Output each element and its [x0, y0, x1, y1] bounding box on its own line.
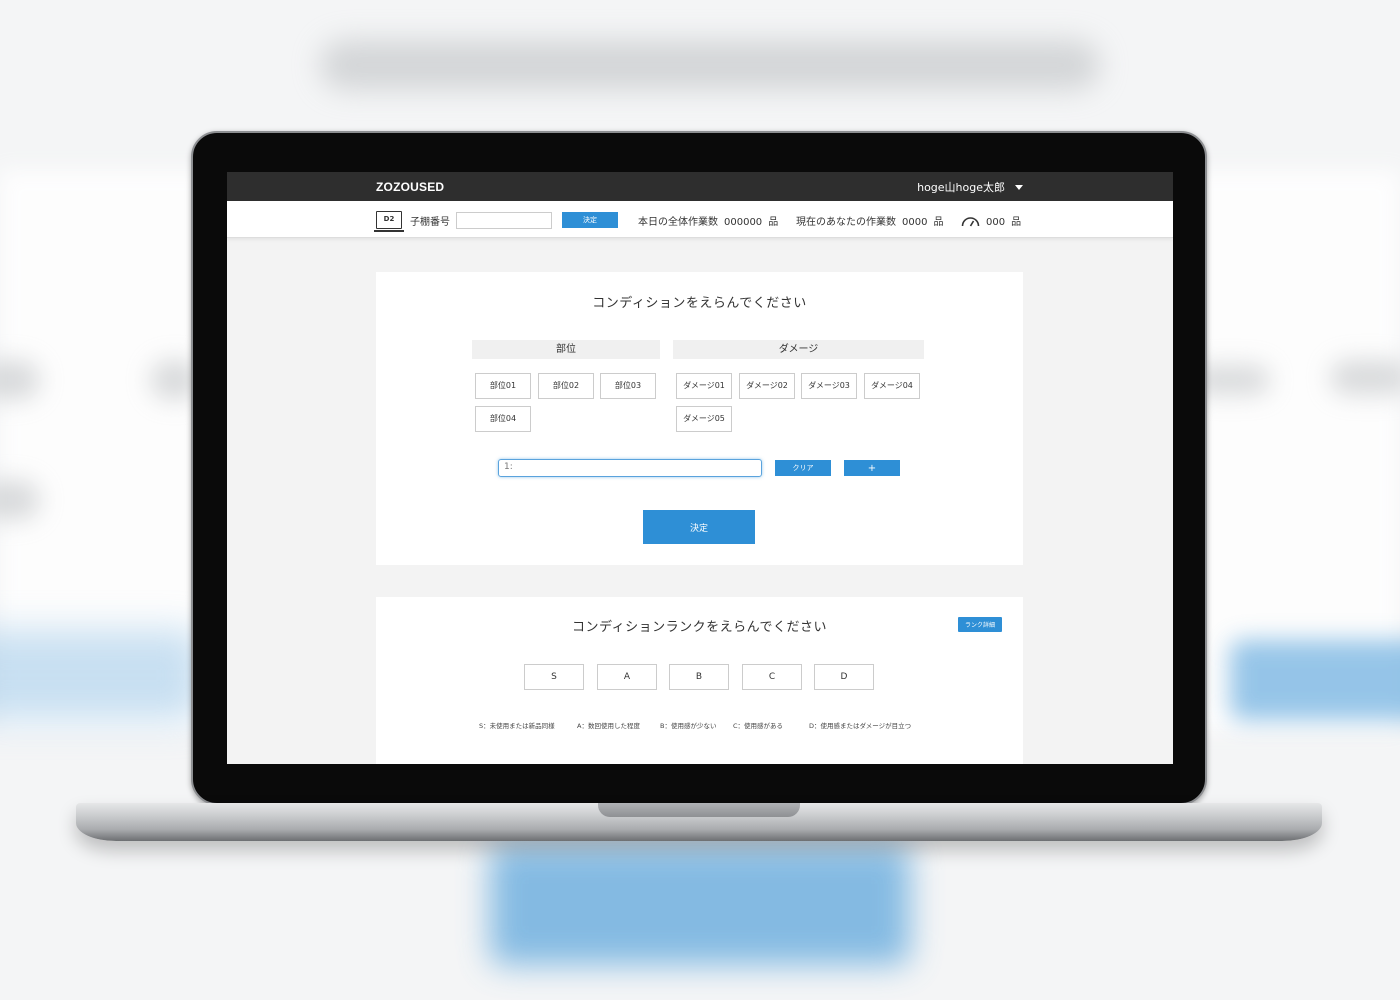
speed-value: 000: [986, 217, 1006, 228]
rank-legend-a: A：数回使用した程度: [577, 722, 640, 730]
my-work-count: 現在のあなたの作業数 0000 品: [796, 213, 943, 228]
clear-button[interactable]: クリア: [775, 460, 831, 476]
condition-title: コンディションをえらんでください: [592, 296, 807, 311]
condition-input[interactable]: 1:: [498, 459, 762, 477]
part-option[interactable]: 部位04: [475, 406, 531, 432]
damage-option[interactable]: ダメージ02: [739, 373, 795, 399]
damage-option[interactable]: ダメージ01: [676, 373, 732, 399]
background-blue-blur: [0, 630, 200, 720]
speedometer-icon: [961, 217, 980, 227]
laptop-device-icon: D2: [374, 211, 404, 232]
rank-option-s[interactable]: S: [524, 664, 584, 690]
rank-detail-button[interactable]: ランク詳細: [958, 617, 1002, 632]
add-button[interactable]: +: [844, 460, 900, 476]
rank-option-c[interactable]: C: [742, 664, 802, 690]
rank-legend-s: S：未使用または新品同様: [479, 722, 555, 730]
rank-legend-b: B：使用感が少ない: [660, 722, 717, 730]
rank-legend-d: D：使用感またはダメージが目立つ: [809, 722, 912, 730]
background-blue-blur: [1230, 640, 1400, 720]
top-navbar: ZOZOUSED hoge山hoge太郎: [227, 172, 1173, 201]
total-work-value: 000000: [724, 217, 763, 228]
work-toolbar: D2 子棚番号 決定 本日の全体作業数 000000 品 現在のあなたの作業数 000…: [227, 201, 1173, 238]
logo: ZOZOUSED: [376, 180, 445, 194]
part-option[interactable]: 部位01: [475, 373, 531, 399]
laptop-screen: ZOZOUSED hoge山hoge太郎 D2 子棚番号 決定 本日の全体作業数…: [227, 172, 1173, 764]
my-work-label: 現在のあなたの作業数: [796, 217, 896, 228]
chevron-down-icon: [1015, 184, 1023, 190]
shelf-decide-button[interactable]: 決定: [562, 212, 618, 228]
shelf-number-label: 子棚番号: [410, 216, 450, 228]
part-option[interactable]: 部位02: [538, 373, 594, 399]
background-title-blur: [320, 40, 1100, 90]
user-menu[interactable]: hoge山hoge太郎: [917, 179, 1023, 195]
rank-option-a[interactable]: A: [597, 664, 657, 690]
rank-title: コンディションランクをえらんでください: [572, 620, 827, 635]
rank-option-d[interactable]: D: [814, 664, 874, 690]
damage-option[interactable]: ダメージ05: [676, 406, 732, 432]
condition-panel: コンディションをえらんでください 部位 ダメージ 部位01 部位02 部位03 …: [376, 272, 1023, 565]
part-header: 部位: [472, 340, 660, 359]
part-option[interactable]: 部位03: [600, 373, 656, 399]
condition-submit-button[interactable]: 決定: [643, 510, 755, 544]
damage-option[interactable]: ダメージ03: [801, 373, 857, 399]
background-blue-blur: [490, 845, 910, 965]
unit-label: 品: [768, 217, 779, 228]
rank-legend-c: C：使用感がある: [733, 722, 784, 730]
rank-panel: コンディションランクをえらんでください ランク詳細 S A B C D S：未使…: [376, 597, 1023, 764]
total-work-label: 本日の全体作業数: [638, 217, 718, 228]
damage-header: ダメージ: [673, 340, 924, 359]
unit-label: 品: [1011, 217, 1022, 228]
damage-option[interactable]: ダメージ04: [864, 373, 920, 399]
user-name: hoge山hoge太郎: [917, 181, 1005, 194]
laptop-notch: [598, 803, 800, 817]
unit-label: 品: [933, 217, 944, 228]
shelf-number-input[interactable]: [456, 211, 552, 229]
rank-option-b[interactable]: B: [669, 664, 729, 690]
my-work-value: 0000: [902, 217, 928, 228]
background-blur-shape: [1330, 360, 1400, 395]
background-blur-shape: [0, 360, 40, 400]
device-label: D2: [383, 215, 395, 223]
speed-count: 000 品: [961, 213, 1021, 228]
total-work-count: 本日の全体作業数 000000 品: [638, 213, 778, 228]
background-blur-shape: [0, 480, 40, 520]
